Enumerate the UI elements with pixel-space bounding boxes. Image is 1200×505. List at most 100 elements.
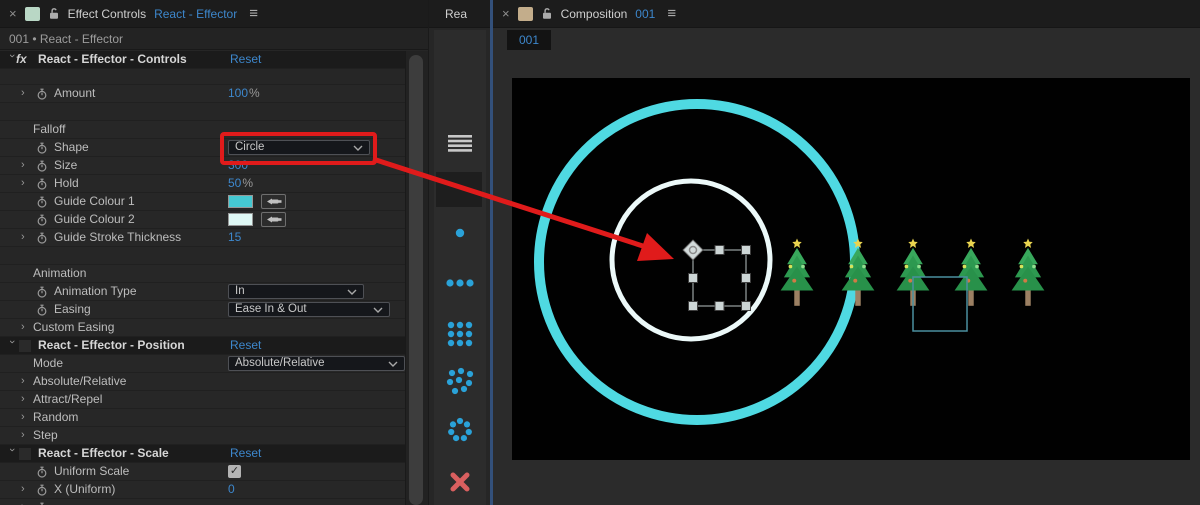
viewer-tab-001[interactable]: 001 [507, 30, 551, 50]
stopwatch-icon[interactable] [36, 88, 48, 100]
delete-button[interactable] [445, 467, 475, 497]
hamburger-icon [448, 134, 472, 152]
expander-icon[interactable]: › [21, 499, 25, 505]
panel-color-swatch [517, 6, 533, 21]
close-icon[interactable]: × [502, 7, 510, 20]
expand-row-step[interactable]: › Step [0, 427, 405, 445]
expander-icon[interactable]: › [21, 481, 25, 498]
param-row-mode: Mode Absolute/Relative [0, 355, 405, 373]
stopwatch-icon[interactable] [36, 160, 48, 172]
lock-icon[interactable] [541, 7, 553, 20]
param-label: Size [54, 158, 78, 172]
pattern-circle-button[interactable] [445, 415, 475, 445]
param-label: Amount [54, 86, 96, 100]
pattern-row-button[interactable] [445, 268, 475, 298]
eyedropper-button[interactable] [261, 194, 286, 209]
expander-icon[interactable]: › [21, 319, 25, 336]
composition-tab[interactable]: × Composition 001 ≡ [493, 0, 1200, 28]
expand-row-custom-easing[interactable]: › Custom Easing [0, 319, 405, 337]
param-value[interactable]: 300 [228, 157, 248, 174]
dot-row-icon [446, 279, 474, 287]
effect-controls-panel: × Effect Controls React - Effector ≡ 001… [0, 0, 428, 505]
pattern-random-button[interactable] [445, 367, 475, 397]
tree-layer [954, 238, 988, 306]
stopwatch-icon[interactable] [36, 484, 48, 496]
stopwatch-icon[interactable] [36, 232, 48, 244]
scrollbar-thumb[interactable] [409, 55, 423, 505]
color-swatch[interactable] [228, 213, 253, 226]
panel-menu-icon[interactable]: ≡ [249, 5, 258, 22]
panel-color-swatch [24, 6, 40, 21]
composition-name: 001 [635, 6, 656, 21]
expand-row-absolute-relative[interactable]: › Absolute/Relative [0, 373, 405, 391]
dot-circle-icon [448, 417, 472, 442]
chevron-down-icon [373, 307, 383, 313]
stopwatch-icon[interactable] [36, 214, 48, 226]
param-row-amount: › Amount 100% [0, 85, 405, 103]
param-label: Animation Type [54, 284, 137, 298]
fx-toggle[interactable] [19, 340, 31, 352]
effect-controls-tab[interactable]: × Effect Controls React - Effector ≡ [0, 0, 428, 28]
pattern-single-button[interactable] [445, 218, 475, 248]
chevron-down-icon[interactable]: › [3, 340, 20, 344]
effect-header-controls[interactable]: › fx React - Effector - Controls Reset [0, 51, 405, 69]
effect-name: React - Effector - Position [38, 338, 185, 352]
expander-icon[interactable]: › [21, 373, 25, 390]
color-swatch[interactable] [228, 195, 253, 208]
stopwatch-icon[interactable] [36, 466, 48, 478]
blank-button[interactable] [436, 172, 482, 207]
anchor-point-icon [682, 239, 704, 261]
expander-icon[interactable]: › [21, 175, 25, 192]
effect-header-scale[interactable]: › React - Effector - Scale Reset [0, 445, 405, 463]
list-menu-button[interactable] [445, 128, 475, 158]
stopwatch-icon[interactable] [36, 304, 48, 316]
outer-guide-circle [534, 99, 860, 425]
param-value[interactable]: 100% [228, 85, 260, 102]
group-row-falloff: Falloff [0, 121, 405, 139]
effect-header-position[interactable]: › React - Effector - Position Reset [0, 337, 405, 355]
expander-icon[interactable]: › [21, 85, 25, 102]
expander-icon[interactable]: › [21, 391, 25, 408]
stopwatch-icon[interactable] [36, 178, 48, 190]
param-row-guide-colour-2: Guide Colour 2 [0, 211, 405, 229]
effect-name: React - Effector - Controls [38, 52, 187, 66]
react-panel: Rea [428, 0, 490, 505]
dot-grid-icon [447, 321, 473, 347]
param-label: Attract/Repel [33, 392, 103, 406]
mode-dropdown[interactable]: Absolute/Relative [228, 356, 405, 371]
react-panel-body [434, 30, 486, 505]
scrollbar-track[interactable] [405, 51, 428, 505]
animation-type-dropdown[interactable]: In [228, 284, 364, 299]
reset-button[interactable]: Reset [230, 51, 261, 68]
composition-viewport[interactable] [512, 78, 1190, 460]
expand-row-random[interactable]: › Random [0, 409, 405, 427]
param-label: Guide Colour 1 [54, 194, 135, 208]
close-icon[interactable]: × [9, 7, 17, 20]
uniform-scale-checkbox[interactable]: ✓ [228, 465, 241, 478]
easing-dropdown[interactable]: Ease In & Out [228, 302, 390, 317]
expander-icon[interactable]: › [21, 427, 25, 444]
param-label: Easing [54, 302, 91, 316]
panel-menu-icon[interactable]: ≡ [667, 5, 676, 22]
stopwatch-icon[interactable] [36, 196, 48, 208]
stopwatch-icon[interactable] [36, 142, 48, 154]
param-value[interactable]: 50% [228, 175, 253, 192]
reset-button[interactable]: Reset [230, 337, 261, 354]
react-panel-tab[interactable]: Rea [429, 0, 490, 28]
param-row-animation-type: Animation Type In [0, 283, 405, 301]
param-value[interactable]: 0 [228, 481, 235, 498]
stopwatch-icon[interactable] [36, 286, 48, 298]
shape-dropdown[interactable]: Circle [228, 140, 370, 155]
chevron-down-icon[interactable]: › [3, 448, 20, 452]
fx-toggle[interactable] [19, 448, 31, 460]
expander-icon[interactable]: › [21, 157, 25, 174]
reset-button[interactable]: Reset [230, 445, 261, 462]
eyedropper-button[interactable] [261, 212, 286, 227]
group-label: Animation [33, 266, 87, 280]
expander-icon[interactable]: › [21, 409, 25, 426]
expand-row-attract-repel[interactable]: › Attract/Repel [0, 391, 405, 409]
pattern-grid-button[interactable] [445, 319, 475, 349]
lock-icon[interactable] [48, 7, 60, 20]
param-value[interactable]: 15 [228, 229, 241, 246]
expander-icon[interactable]: › [21, 229, 25, 246]
